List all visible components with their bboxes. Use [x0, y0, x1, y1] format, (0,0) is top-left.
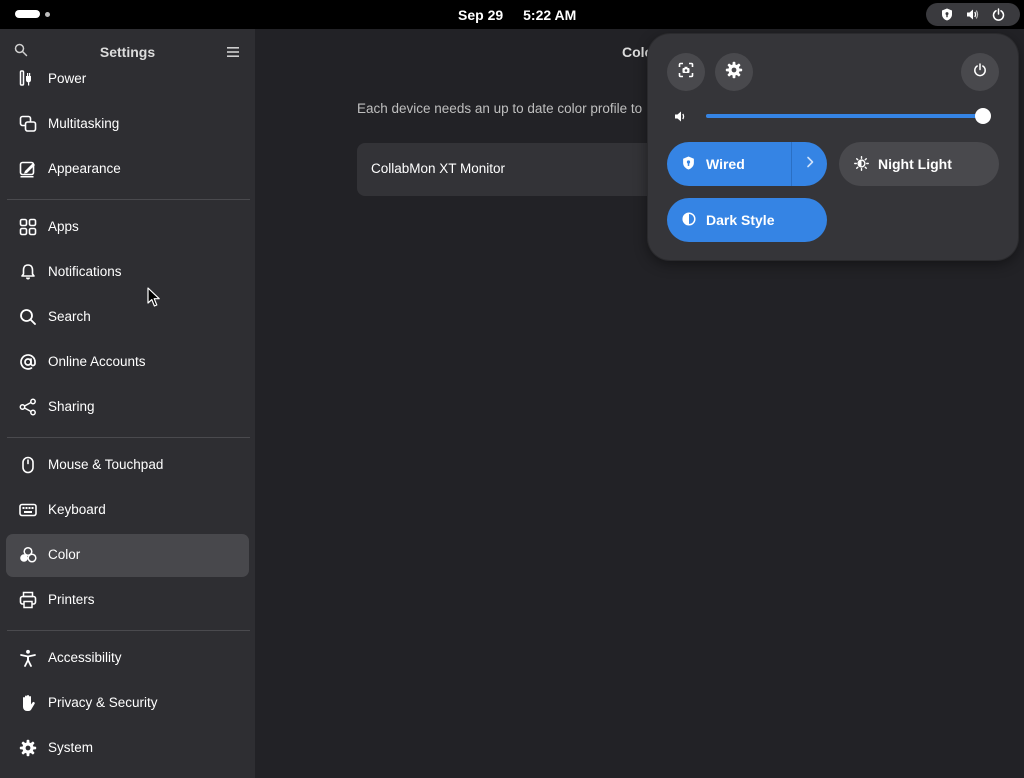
sidebar-separator — [7, 199, 250, 200]
sidebar-item-label: Apps — [48, 219, 79, 234]
sidebar-item-label: Privacy & Security — [48, 695, 158, 710]
sidebar-item-sharing[interactable]: Sharing — [6, 386, 249, 429]
sidebar-item-label: Online Accounts — [48, 354, 146, 369]
appearance-icon — [19, 160, 37, 178]
power-off-menu-button[interactable] — [961, 53, 999, 91]
accessibility-icon — [19, 649, 37, 667]
sidebar-item-label: Appearance — [48, 161, 121, 176]
sidebar-item-power[interactable]: Power — [6, 58, 249, 101]
sidebar-item-multitasking[interactable]: Multitasking — [6, 103, 249, 146]
wired-label: Wired — [706, 156, 745, 172]
sidebar-item-printers[interactable]: Printers — [6, 579, 249, 622]
sidebar-item-label: Accessibility — [48, 650, 122, 665]
multitasking-icon — [19, 115, 37, 133]
dark-style-icon — [682, 212, 696, 231]
sidebar-item-label: Color — [48, 547, 81, 562]
sidebar-item-label: Search — [48, 309, 91, 324]
mouse-icon — [19, 456, 37, 474]
device-name: CollabMon XT Monitor — [371, 161, 506, 176]
sidebar-item-online-accounts[interactable]: Online Accounts — [6, 341, 249, 384]
mouse-cursor-icon — [147, 287, 161, 313]
volume-slider-handle[interactable] — [975, 108, 992, 124]
apps-grid-icon — [19, 218, 37, 236]
power-icon — [973, 62, 987, 82]
sidebar-item-system[interactable]: System — [6, 727, 249, 770]
wired-toggle: Wired — [667, 142, 827, 186]
sidebar-item-label: Multitasking — [48, 116, 120, 131]
sidebar-item-label: Mouse & Touchpad — [48, 457, 164, 472]
power-plug-icon — [19, 70, 37, 88]
gear-icon — [725, 61, 743, 84]
sidebar-item-notifications[interactable]: Notifications — [6, 251, 249, 294]
page-description: Each device needs an up to date color pr… — [357, 101, 643, 116]
clock-button[interactable]: Sep 29 5:22 AM — [458, 7, 576, 23]
keyboard-icon — [19, 501, 37, 519]
search-icon — [19, 308, 37, 326]
settings-button[interactable] — [715, 53, 753, 91]
sidebar-item-color[interactable]: Color — [6, 534, 249, 577]
night-light-toggle[interactable]: Night Light — [839, 142, 999, 186]
dark-style-toggle[interactable]: Dark Style — [667, 198, 827, 242]
vpn-shield-icon — [941, 8, 953, 21]
top-bar: Sep 29 5:22 AM — [0, 0, 1024, 29]
screenshot-icon — [678, 62, 694, 83]
gear-icon — [19, 739, 37, 757]
bell-icon — [19, 263, 37, 281]
wired-toggle-button[interactable]: Wired — [667, 142, 791, 186]
color-icon — [19, 546, 37, 564]
sidebar-item-search[interactable]: Search — [6, 296, 249, 339]
power-icon — [992, 8, 1005, 21]
workspace-indicator — [45, 11, 50, 17]
sidebar-item-label: Notifications — [48, 264, 122, 279]
screenshot-button[interactable] — [667, 53, 705, 91]
activities-button[interactable] — [15, 10, 50, 18]
workspace-indicator-active — [15, 10, 40, 18]
sidebar-item-apps[interactable]: Apps — [6, 206, 249, 249]
chevron-right-icon — [806, 155, 814, 173]
night-light-label: Night Light — [878, 156, 952, 172]
quick-settings-menu: Wired Night Light Dark Style — [648, 34, 1018, 260]
share-icon — [19, 398, 37, 416]
sidebar-item-mouse-touchpad[interactable]: Mouse & Touchpad — [6, 444, 249, 487]
night-light-icon — [854, 156, 869, 176]
sidebar-item-privacy-security[interactable]: Privacy & Security — [6, 682, 249, 725]
volume-slider[interactable] — [706, 108, 992, 124]
system-status-menu[interactable] — [926, 3, 1020, 26]
sidebar-item-appearance[interactable]: Appearance — [6, 148, 249, 191]
sidebar-item-label: Power — [48, 71, 87, 86]
printer-icon — [19, 591, 37, 609]
sidebar-separator — [7, 630, 250, 631]
clock-date: Sep 29 — [458, 7, 504, 23]
sidebar-item-keyboard[interactable]: Keyboard — [6, 489, 249, 532]
wired-menu-button[interactable] — [792, 142, 827, 186]
vpn-shield-icon — [682, 156, 695, 175]
volume-icon[interactable] — [674, 110, 687, 128]
volume-slider-fill — [706, 114, 984, 118]
sidebar-item-accessibility[interactable]: Accessibility — [6, 637, 249, 680]
volume-icon — [966, 8, 979, 21]
hand-icon — [19, 694, 37, 712]
sidebar-separator — [7, 437, 250, 438]
dark-style-label: Dark Style — [706, 212, 775, 228]
at-sign-icon — [19, 353, 37, 371]
sidebar-item-label: System — [48, 740, 94, 755]
sidebar-item-label: Keyboard — [48, 502, 106, 517]
sidebar: Settings Power Multitasking Appearance A… — [0, 29, 255, 778]
clock-time: 5:22 AM — [523, 7, 577, 23]
sidebar-item-label: Printers — [48, 592, 95, 607]
sidebar-item-label: Sharing — [48, 399, 95, 414]
